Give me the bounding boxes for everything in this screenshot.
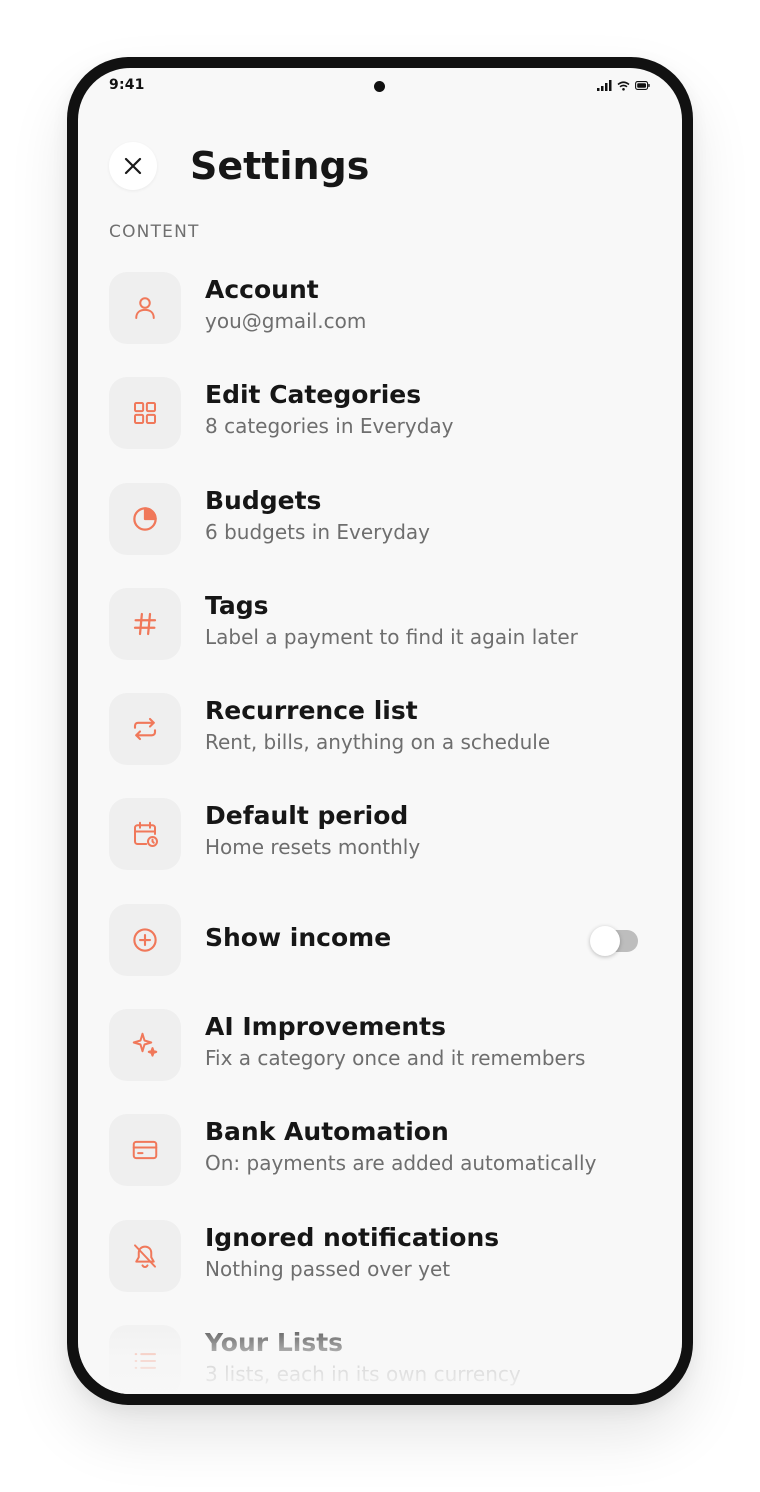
item-subtitle: Label a payment to find it again later — [205, 624, 578, 649]
sparkles-icon — [132, 1032, 158, 1057]
item-subtitle: 8 categories in Everyday — [205, 414, 454, 439]
item-title: Show income — [205, 922, 392, 952]
item-subtitle: 6 budgets in Everyday — [205, 519, 430, 544]
item-title: Ignored notifications — [205, 1222, 500, 1252]
item-text: AI Improvements Fix a category once and … — [205, 1011, 649, 1073]
hash-icon — [133, 612, 157, 636]
settings-item-show-income[interactable]: Show income — [109, 894, 649, 999]
item-text: Your Lists 3 lists, each in its own curr… — [205, 1327, 649, 1389]
page-title: Settings — [190, 144, 370, 188]
signal-icon — [597, 80, 612, 91]
battery-icon — [635, 81, 650, 90]
settings-item-edit-categories[interactable]: Edit Categories 8 categories in Everyday — [109, 367, 649, 472]
icon-tile — [109, 587, 181, 660]
item-title: Budgets — [205, 485, 322, 515]
grid-icon — [134, 402, 156, 425]
item-title: Your Lists — [205, 1327, 344, 1357]
item-title: Bank Automation — [205, 1117, 449, 1147]
list-icon — [134, 1353, 156, 1369]
icon-tile — [109, 1114, 181, 1187]
settings-item-bank-automation[interactable]: Bank Automation On: payments are added a… — [109, 1104, 649, 1209]
item-text: Tags Label a payment to find it again la… — [205, 590, 649, 652]
item-text: Budgets 6 budgets in Everyday — [205, 485, 649, 547]
item-title: Tags — [205, 590, 269, 620]
user-icon — [135, 297, 155, 319]
phone-screen: 9:41 Settings CONTENT Account you@gmail.… — [78, 68, 682, 1394]
calendar-clock-icon — [134, 822, 158, 848]
status-bar: 9:41 — [78, 68, 682, 108]
item-title: Account — [205, 275, 319, 304]
icon-tile — [109, 903, 181, 976]
settings-item-ai-improvements[interactable]: AI Improvements Fix a category once and … — [109, 999, 649, 1104]
item-subtitle: Home resets monthly — [205, 835, 421, 860]
item-subtitle: you@gmail.com — [205, 309, 367, 333]
icon-tile — [109, 377, 181, 450]
item-text: Recurrence list Rent, bills, anything on… — [205, 695, 649, 757]
item-subtitle: Nothing passed over yet — [205, 1256, 451, 1281]
settings-item-tags[interactable]: Tags Label a payment to find it again la… — [109, 578, 649, 683]
bell-off-icon — [134, 1244, 156, 1268]
item-text: Bank Automation On: payments are added a… — [205, 1116, 649, 1178]
repeat-icon — [133, 718, 157, 741]
settings-item-ignored-notifications[interactable]: Ignored notifications Nothing passed ove… — [109, 1210, 649, 1315]
item-text: Default period Home resets monthly — [205, 800, 649, 862]
wifi-icon — [617, 80, 630, 91]
item-text: Edit Categories 8 categories in Everyday — [205, 379, 649, 441]
header: Settings — [109, 140, 649, 192]
icon-tile — [109, 1324, 181, 1394]
icon-tile — [109, 798, 181, 871]
settings-item-your-lists[interactable]: Your Lists 3 lists, each in its own curr… — [109, 1315, 649, 1394]
icon-tile — [109, 272, 181, 344]
item-text: Account you@gmail.com — [205, 274, 649, 336]
icon-tile — [109, 482, 181, 555]
front-camera — [374, 81, 385, 92]
show-income-toggle[interactable] — [590, 925, 638, 956]
plus-circle-icon — [133, 928, 157, 952]
item-title: Edit Categories — [205, 380, 422, 410]
item-subtitle: Rent, bills, anything on a schedule — [205, 730, 551, 755]
toggle-knob — [590, 925, 620, 956]
section-label: CONTENT — [109, 222, 200, 242]
item-text: Show income — [205, 922, 649, 954]
pie-chart-icon — [133, 506, 157, 531]
item-subtitle: 3 lists, each in its own currency — [205, 1361, 521, 1386]
close-button[interactable] — [109, 142, 157, 190]
status-icons — [597, 80, 650, 91]
settings-item-recurrence-list[interactable]: Recurrence list Rent, bills, anything on… — [109, 683, 649, 788]
credit-card-icon — [132, 1141, 158, 1160]
item-title: AI Improvements — [205, 1012, 446, 1042]
item-title: Default period — [205, 801, 409, 831]
item-title: Recurrence list — [205, 696, 418, 726]
item-subtitle: Fix a category once and it remembers — [205, 1046, 586, 1071]
close-icon — [124, 157, 142, 175]
icon-tile — [109, 693, 181, 766]
item-subtitle: On: payments are added automatically — [205, 1151, 597, 1176]
settings-item-account[interactable]: Account you@gmail.com — [109, 262, 649, 367]
icon-tile — [109, 1009, 181, 1082]
phone-frame: 9:41 Settings CONTENT Account you@gmail.… — [67, 57, 693, 1405]
settings-item-budgets[interactable]: Budgets 6 budgets in Everyday — [109, 473, 649, 578]
icon-tile — [109, 1219, 181, 1292]
settings-item-default-period[interactable]: Default period Home resets monthly — [109, 788, 649, 893]
page: 9:41 Settings CONTENT Account you@gmail.… — [0, 0, 760, 1492]
settings-list: Account you@gmail.com Edit Categories 8 … — [109, 262, 649, 1394]
item-text: Ignored notifications Nothing passed ove… — [205, 1222, 649, 1284]
status-time: 9:41 — [109, 77, 145, 93]
